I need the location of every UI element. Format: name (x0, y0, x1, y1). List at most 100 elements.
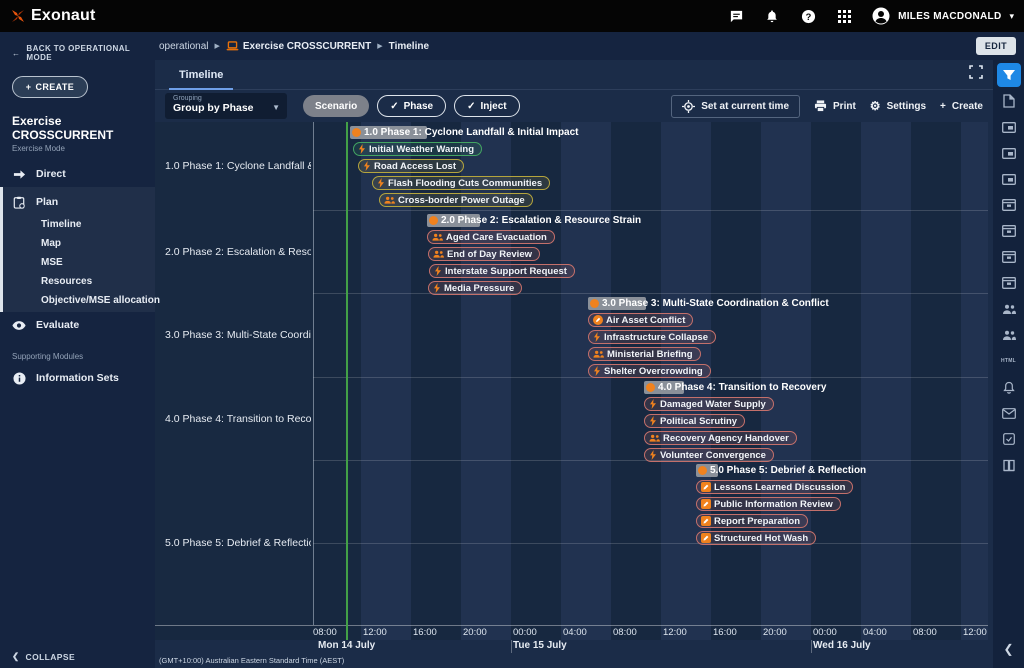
tab-timeline[interactable]: Timeline (165, 60, 237, 90)
phase-bar[interactable]: 4.0 Phase 4: Transition to Recovery (644, 381, 684, 394)
sidebar-item-resources[interactable]: Resources (3, 272, 155, 291)
sidebar-item-mse[interactable]: MSE (3, 253, 155, 272)
set-at-current-time-button[interactable]: Set at current time (671, 95, 800, 118)
inject-item[interactable]: Recovery Agency Handover (644, 431, 797, 445)
phase-bar[interactable]: 3.0 Phase 3: Multi-State Coordination & … (588, 297, 646, 310)
breadcrumb-exercise[interactable]: Exercise CROSSCURRENT (243, 41, 371, 52)
help-icon[interactable]: ? (800, 8, 816, 24)
card-icon[interactable] (997, 141, 1021, 165)
fullscreen-icon[interactable] (969, 65, 983, 84)
gear-icon: ⚙ (870, 99, 881, 113)
date-label: Wed 16 July (813, 640, 871, 651)
card-icon[interactable] (997, 167, 1021, 191)
people-icon (649, 434, 660, 442)
time-tick-label: 00:00 (813, 627, 837, 638)
chip-phase[interactable]: ✓Phase (377, 95, 446, 117)
inject-item[interactable]: Report Preparation (696, 514, 808, 528)
create-button[interactable]: + CREATE (12, 76, 88, 98)
chat-icon[interactable] (728, 8, 744, 24)
inject-item[interactable]: Cross-border Power Outage (379, 193, 533, 207)
supporting-modules-label: Supporting Modules (0, 338, 155, 365)
sidebar-item-direct[interactable]: Direct (0, 161, 155, 187)
inject-label: Media Pressure (444, 283, 514, 294)
people-outline-icon[interactable] (997, 323, 1021, 347)
inject-item[interactable]: Flash Flooding Cuts Communities (372, 176, 550, 190)
inject-label: Ministerial Briefing (607, 349, 693, 360)
bell-outline-icon[interactable] (997, 375, 1021, 399)
people-outline-icon[interactable] (997, 297, 1021, 321)
grid-stripe (961, 122, 988, 640)
app-logo: Exonaut (10, 7, 96, 25)
filter-icon[interactable] (997, 63, 1021, 87)
chip-scenario[interactable]: Scenario (303, 95, 369, 117)
sidebar-item-information-sets[interactable]: Information Sets (0, 365, 155, 391)
user-menu[interactable]: MILES MACDONALD ▾ (872, 7, 1014, 25)
inject-item[interactable]: Volunteer Convergence (644, 448, 774, 462)
exonaut-logo-icon (10, 8, 26, 24)
breadcrumb-operational[interactable]: operational (159, 41, 208, 52)
sidebar-item-evaluate[interactable]: Evaluate (0, 312, 155, 338)
inject-item[interactable]: Structured Hot Wash (696, 531, 816, 545)
inject-item[interactable]: Initial Weather Warning (353, 142, 482, 156)
file-icon[interactable] (997, 89, 1021, 113)
inject-item[interactable]: Aged Care Evacuation (427, 230, 555, 244)
exercise-mode-label: Exercise Mode (0, 142, 155, 161)
inject-label: Damaged Water Supply (660, 399, 766, 410)
apps-icon[interactable] (836, 8, 852, 24)
timeline-chart[interactable]: 08:0012:0016:0020:0000:0004:0008:0012:00… (155, 122, 988, 640)
timezone-note: (GMT+10:00) Australian Eastern Standard … (155, 653, 993, 668)
phase-bar[interactable]: 5.0 Phase 5: Debrief & Reflection (696, 464, 718, 477)
archive-icon[interactable] (997, 271, 1021, 295)
back-to-operational-mode-link[interactable]: ← BACK TO OPERATIONAL MODE (0, 32, 155, 68)
sidebar-item-map[interactable]: Map (3, 234, 155, 253)
inject-item[interactable]: Political Scrutiny (644, 414, 745, 428)
inject-item[interactable]: Public Information Review (696, 497, 841, 511)
sidebar-item-objective-mse-allocation[interactable]: Objective/MSE allocation (3, 291, 155, 310)
inject-item[interactable]: Lessons Learned Discussion (696, 480, 853, 494)
chip-inject[interactable]: ✓Inject (454, 95, 520, 117)
inject-item[interactable]: Road Access Lost (358, 159, 464, 173)
phase-bar[interactable]: 1.0 Phase 1: Cyclone Landfall & Initial … (350, 126, 427, 139)
svg-text:?: ? (805, 11, 811, 21)
create-inject-button[interactable]: + Create (940, 101, 983, 112)
inject-item[interactable]: Media Pressure (428, 281, 522, 295)
inject-item[interactable]: Damaged Water Supply (644, 397, 774, 411)
inject-item[interactable]: Air Asset Conflict (588, 313, 693, 327)
breadcrumb-timeline[interactable]: Timeline (389, 41, 429, 52)
time-axis-line (155, 625, 988, 626)
bell-icon[interactable] (764, 8, 780, 24)
archive-icon[interactable] (997, 219, 1021, 243)
archive-icon[interactable] (997, 193, 1021, 217)
inject-item[interactable]: End of Day Review (428, 247, 540, 261)
flash-icon (593, 332, 601, 342)
archive-icon[interactable] (997, 245, 1021, 269)
mail-icon[interactable] (997, 401, 1021, 425)
phase-bar-label: 5.0 Phase 5: Debrief & Reflection (710, 464, 866, 477)
inject-label: Recovery Agency Handover (663, 433, 789, 444)
sidebar-item-timeline[interactable]: Timeline (3, 215, 155, 234)
breadcrumb: operational ▶ Exercise CROSSCURRENT ▶ Ti… (155, 32, 1024, 60)
flash-icon (649, 399, 657, 409)
inject-item[interactable]: Shelter Overcrowding (588, 364, 711, 378)
card-icon[interactable] (997, 115, 1021, 139)
grouping-select[interactable]: Grouping Group by Phase ▼ (165, 93, 287, 119)
timeline-toolbar: Grouping Group by Phase ▼ Scenario ✓Phase… (155, 90, 993, 122)
inject-label: Cross-border Power Outage (398, 195, 525, 206)
app-title: Exonaut (31, 7, 96, 25)
print-button[interactable]: Print (814, 100, 856, 112)
sidebar-item-plan[interactable]: Plan (3, 189, 155, 215)
date-label: Mon 14 July (318, 640, 375, 651)
book-icon[interactable] (997, 453, 1021, 477)
user-name: MILES MACDONALD (898, 11, 1001, 22)
phase-bar[interactable]: 2.0 Phase 2: Escalation & Resource Strai… (427, 214, 480, 227)
note-check-icon[interactable] (997, 427, 1021, 451)
edit-button[interactable]: EDIT (976, 37, 1016, 55)
inject-item[interactable]: Interstate Support Request (429, 264, 575, 278)
main-area: operational ▶ Exercise CROSSCURRENT ▶ Ti… (155, 32, 1024, 668)
collapse-rail-chevron-icon[interactable]: ❮ (1003, 642, 1013, 656)
html-icon[interactable]: HTML (997, 349, 1021, 373)
collapse-sidebar-button[interactable]: ❮ COLLAPSE (12, 651, 75, 662)
inject-item[interactable]: Infrastructure Collapse (588, 330, 716, 344)
inject-item[interactable]: Ministerial Briefing (588, 347, 701, 361)
settings-button[interactable]: ⚙ Settings (870, 99, 926, 113)
